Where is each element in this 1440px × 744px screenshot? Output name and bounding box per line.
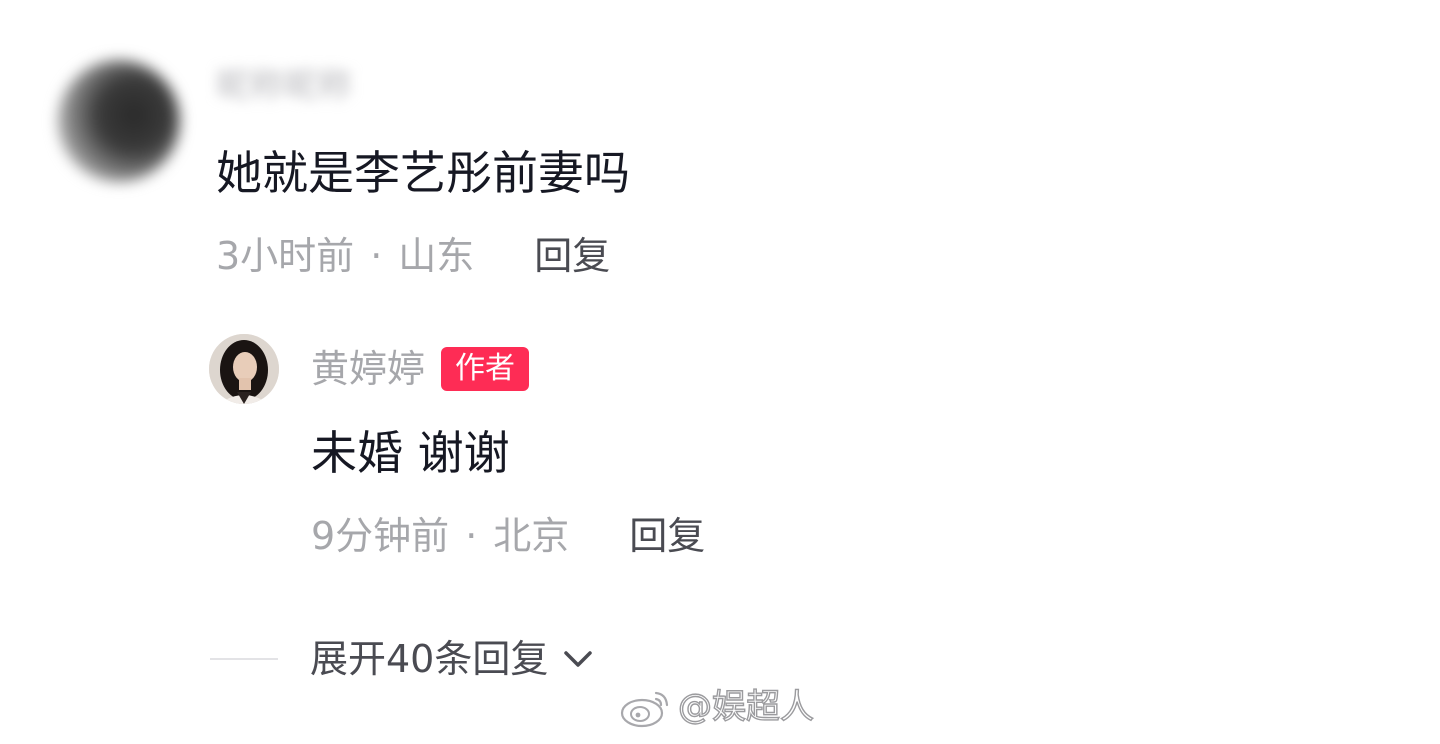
watermark: @娱超人 — [618, 685, 815, 729]
author-avatar[interactable] — [209, 334, 279, 404]
reply-button[interactable]: 回复 — [629, 512, 705, 560]
reply-header: 黄婷婷 作者 — [311, 344, 530, 394]
reply-button[interactable]: 回复 — [534, 232, 610, 280]
reply-time: 9分钟前 — [311, 514, 450, 558]
meta-separator: · — [370, 234, 383, 278]
reply-meta: 9分钟前 · 北京 回复 — [311, 512, 705, 560]
comment-text: 她就是李艺彤前妻吗 — [216, 146, 630, 200]
reply-location: 北京 — [493, 514, 570, 558]
divider-line — [210, 658, 278, 660]
comment-meta: 3小时前 · 山东 回复 — [216, 232, 610, 280]
author-username[interactable]: 黄婷婷 — [311, 344, 425, 394]
comment-location: 山东 — [398, 234, 475, 278]
author-badge: 作者 — [441, 347, 530, 391]
comment-time: 3小时前 — [216, 234, 355, 278]
commenter-avatar[interactable] — [58, 60, 180, 182]
reply-text: 未婚 谢谢 — [311, 426, 510, 480]
author-avatar-image — [209, 334, 279, 404]
commenter-username[interactable]: 昵称昵称 — [216, 66, 352, 106]
expand-replies[interactable]: 展开40条回复 — [210, 634, 596, 684]
watermark-text: @娱超人 — [677, 686, 814, 727]
expand-replies-label[interactable]: 展开40条回复 — [310, 634, 548, 684]
meta-separator: · — [465, 514, 478, 558]
chevron-down-icon[interactable] — [560, 641, 596, 677]
weibo-logo-icon — [620, 691, 669, 728]
